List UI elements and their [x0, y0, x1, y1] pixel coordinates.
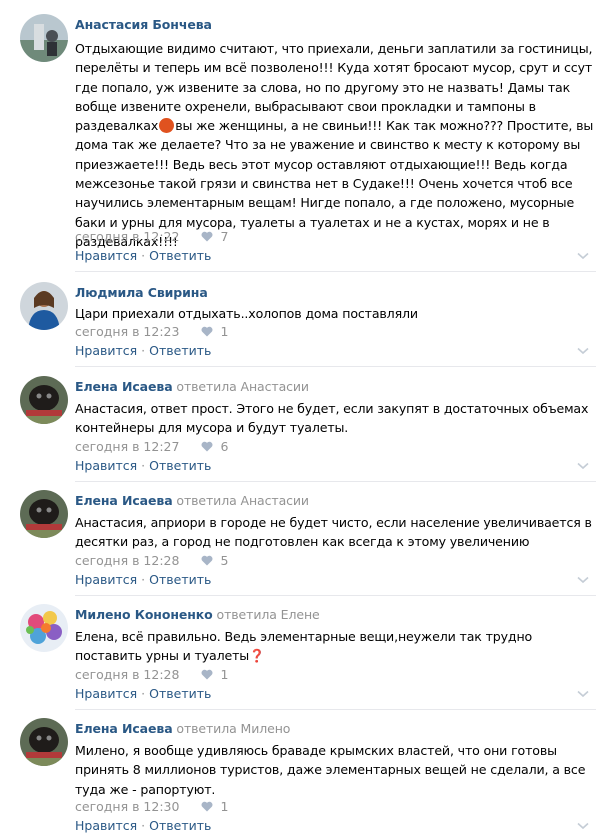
separator: ·: [141, 686, 146, 701]
chevron-down-icon[interactable]: [577, 347, 589, 355]
like-count: 1: [220, 667, 229, 682]
timestamp[interactable]: сегодня в 12:30: [75, 799, 179, 814]
comment-text: Цари приехали отдыхать..холопов дома пос…: [75, 306, 418, 321]
like-count: 1: [220, 799, 229, 814]
comment-text: Анастасия, априори в городе не будет чис…: [75, 515, 592, 550]
like-counter[interactable]: 5: [201, 553, 228, 568]
reply-label: ответила: [176, 721, 237, 736]
reply-to-link[interactable]: Елене: [281, 607, 320, 622]
comment-meta: сегодня в 12:27 6: [75, 439, 228, 454]
divider: [75, 709, 596, 710]
reply-button[interactable]: Ответить: [149, 686, 211, 701]
author-line: Елена Исаева ответила Анастасии: [75, 379, 309, 394]
like-count: 6: [220, 439, 229, 454]
like-button[interactable]: Нравится: [75, 248, 137, 263]
divider: [75, 595, 596, 596]
divider: [75, 271, 596, 272]
comment-meta: сегодня в 12:23 1: [75, 324, 228, 339]
comment-meta: сегодня в 12:28 1: [75, 667, 228, 682]
heart-icon: [201, 669, 213, 680]
chevron-down-icon[interactable]: [577, 462, 589, 470]
like-counter[interactable]: 1: [201, 667, 228, 682]
reply-button[interactable]: Ответить: [149, 572, 211, 587]
comment-text: Анастасия, ответ прост. Этого не будет, …: [75, 401, 589, 436]
heart-icon: [201, 231, 213, 242]
like-count: 1: [220, 324, 229, 339]
separator: ·: [141, 818, 146, 833]
comment-actions: Нравится · Ответить: [75, 458, 211, 473]
heart-icon: [201, 801, 213, 812]
reply-button[interactable]: Ответить: [149, 343, 211, 358]
timestamp[interactable]: сегодня в 12:28: [75, 667, 179, 682]
chevron-down-icon[interactable]: [577, 822, 589, 830]
like-button[interactable]: Нравится: [75, 686, 137, 701]
timestamp[interactable]: сегодня в 12:27: [75, 439, 179, 454]
timestamp[interactable]: сегодня в 12:23: [75, 324, 179, 339]
separator: ·: [141, 343, 146, 358]
reply-to-link[interactable]: Анастасии: [241, 379, 310, 394]
like-counter[interactable]: 6: [201, 439, 228, 454]
author-line: Анастасия Бончева: [75, 17, 212, 32]
avatar[interactable]: [20, 282, 68, 330]
comment-text: Милено, я вообще удивляюсь браваде крымс…: [75, 743, 586, 797]
like-button[interactable]: Нравится: [75, 458, 137, 473]
chevron-down-icon[interactable]: [577, 690, 589, 698]
avatar[interactable]: [20, 14, 68, 62]
author-line: Людмила Свирина: [75, 285, 208, 300]
reply-button[interactable]: Ответить: [149, 818, 211, 833]
avatar[interactable]: [20, 490, 68, 538]
author-name[interactable]: Милено Кононенко: [75, 607, 213, 622]
timestamp[interactable]: сегодня в 12:28: [75, 553, 179, 568]
like-button[interactable]: Нравится: [75, 818, 137, 833]
separator: ·: [141, 572, 146, 587]
timestamp[interactable]: сегодня в 12:22: [75, 229, 179, 244]
avatar[interactable]: [20, 376, 68, 424]
comment-meta: сегодня в 12:28 5: [75, 553, 228, 568]
heart-icon: [201, 441, 213, 452]
reply-label: ответила: [176, 379, 237, 394]
comment-actions: Нравится · Ответить: [75, 572, 211, 587]
comment-actions: Нравится · Ответить: [75, 686, 211, 701]
heart-icon: [201, 555, 213, 566]
like-counter[interactable]: 1: [201, 324, 228, 339]
comment-text: Отдыхающие видимо считают, что приехали,…: [75, 39, 595, 251]
comment-actions: Нравится · Ответить: [75, 343, 211, 358]
like-count: 7: [220, 229, 229, 244]
chevron-down-icon[interactable]: [577, 252, 589, 260]
reply-to-link[interactable]: Анастасии: [241, 493, 310, 508]
reply-label: ответила: [176, 493, 237, 508]
author-name[interactable]: Анастасия Бончева: [75, 17, 212, 32]
divider: [75, 366, 596, 367]
like-count: 5: [220, 553, 229, 568]
avatar[interactable]: [20, 718, 68, 766]
separator: ·: [141, 458, 146, 473]
divider: [75, 481, 596, 482]
like-button[interactable]: Нравится: [75, 343, 137, 358]
avatar[interactable]: [20, 604, 68, 652]
reply-to-link[interactable]: Милено: [241, 721, 291, 736]
chevron-down-icon[interactable]: [577, 576, 589, 584]
heart-icon: [201, 326, 213, 337]
author-name[interactable]: Елена Исаева: [75, 379, 173, 394]
reply-label: ответила: [216, 607, 277, 622]
author-name[interactable]: Елена Исаева: [75, 721, 173, 736]
author-name[interactable]: Людмила Свирина: [75, 285, 208, 300]
comment-meta: сегодня в 12:22 7: [75, 229, 228, 244]
comment-actions: Нравится · Ответить: [75, 248, 211, 263]
reply-button[interactable]: Ответить: [149, 458, 211, 473]
author-line: Милено Кононенко ответила Елене: [75, 607, 320, 622]
like-counter[interactable]: 1: [201, 799, 228, 814]
like-counter[interactable]: 7: [201, 229, 228, 244]
author-line: Елена Исаева ответила Милено: [75, 721, 290, 736]
reply-button[interactable]: Ответить: [149, 248, 211, 263]
author-name[interactable]: Елена Исаева: [75, 493, 173, 508]
comment-actions: Нравится · Ответить: [75, 818, 211, 833]
comment-text: Елена, всё правильно. Ведь элементарные …: [75, 629, 533, 664]
author-line: Елена Исаева ответила Анастасии: [75, 493, 309, 508]
like-button[interactable]: Нравится: [75, 572, 137, 587]
comment-meta: сегодня в 12:30 1: [75, 799, 228, 814]
angry-face-icon: [159, 118, 175, 134]
separator: ·: [141, 248, 146, 263]
